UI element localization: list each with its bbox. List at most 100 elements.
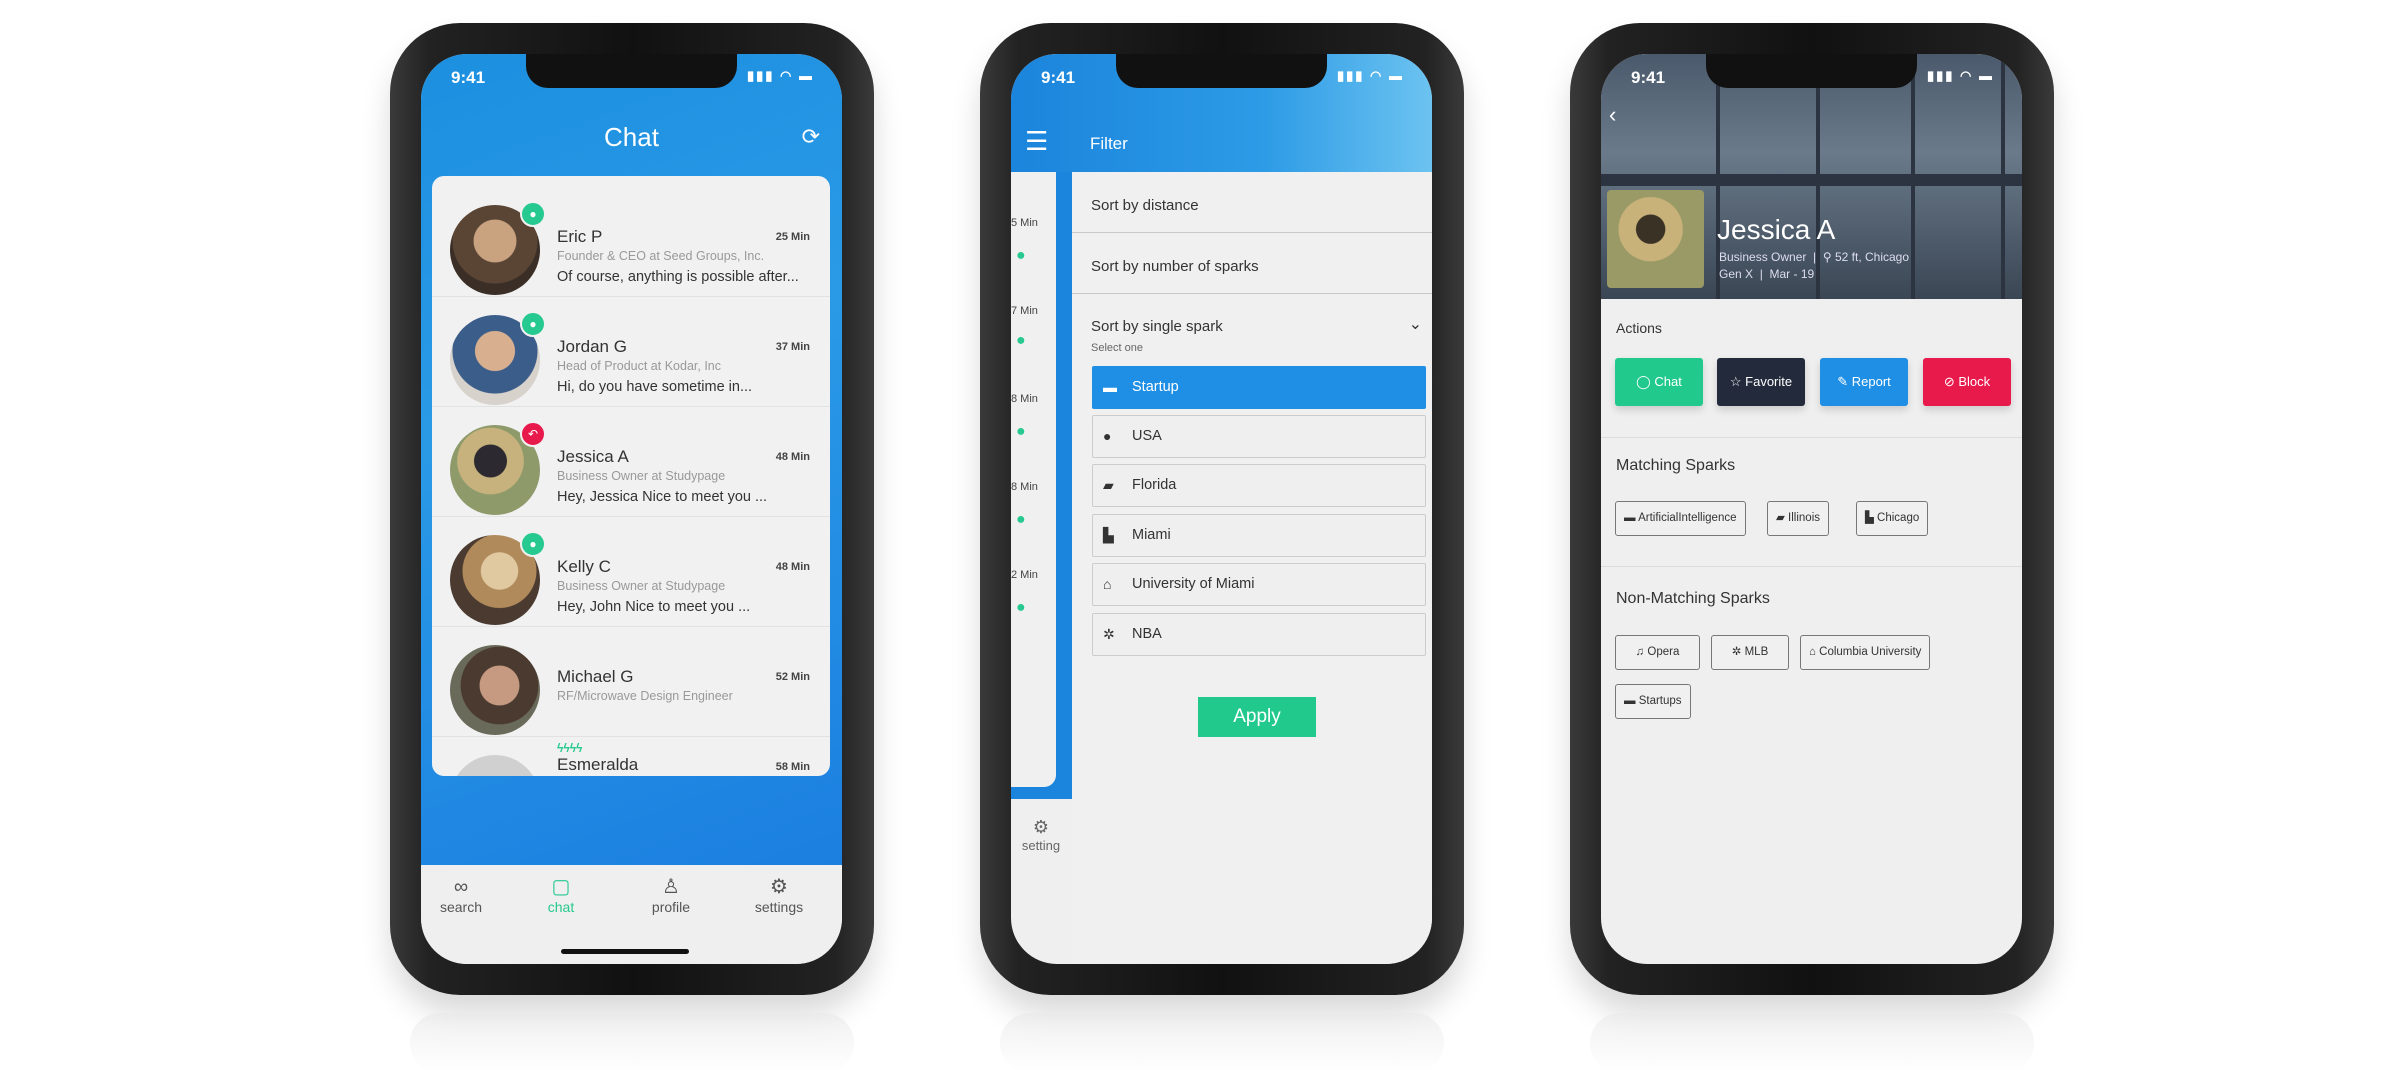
spark-chip[interactable]: ✲ MLB: [1711, 635, 1789, 670]
filter-panel: Sort by distance Sort by number of spark…: [1072, 172, 1432, 964]
option-label: Florida: [1132, 477, 1177, 493]
signal-wifi-battery-icon: ▮▮▮ ◠ ▬: [1926, 68, 1994, 83]
binoculars-icon: ∞: [453, 876, 469, 898]
message-time: 48 Min: [775, 451, 810, 463]
university-icon: ⌂: [1103, 576, 1112, 592]
reply-badge-icon: ↶: [520, 421, 546, 447]
peek-time: 5 Min: [1011, 217, 1038, 229]
option-label: NBA: [1132, 626, 1162, 642]
conversation-row[interactable]: ● Eric P Founder & CEO at Seed Groups, I…: [432, 187, 830, 297]
tab-label: search: [439, 899, 483, 915]
profile-screen: 9:41 ▮▮▮ ◠ ▬ ‹ Jessica A Business Owner |…: [1601, 54, 2022, 964]
phone-chat: 9:41 ▮▮▮ ◠ ▬ Chat ⟳ ● Eric P Founder & CE…: [390, 23, 874, 1073]
spark-option-miami[interactable]: ▙ Miami: [1092, 514, 1426, 557]
tab-setting[interactable]: ⚙ setting: [1011, 817, 1071, 853]
chip-label: Opera: [1647, 646, 1680, 658]
tab-label: setting: [1021, 838, 1061, 853]
briefcase-icon: ▬: [1624, 512, 1639, 524]
spark-chip[interactable]: ♫ Opera: [1615, 635, 1700, 670]
home-indicator: [561, 949, 689, 954]
signal-wifi-battery-icon: ▮▮▮ ◠ ▬: [1336, 68, 1404, 83]
spark-chip[interactable]: ▬ Startups: [1615, 684, 1691, 719]
tab-settings[interactable]: ⚙ settings: [739, 875, 819, 915]
profile-meta: Gen X | Mar - 19: [1719, 267, 1815, 281]
spark-chip[interactable]: ▰ Illinois: [1767, 501, 1830, 536]
spark-chip[interactable]: ▙ Chicago: [1856, 501, 1929, 536]
tab-chat[interactable]: ▢ chat: [521, 875, 601, 915]
spark-option-usa[interactable]: ● USA: [1092, 415, 1426, 458]
spark-option-university-of-miami[interactable]: ⌂ University of Miami: [1092, 563, 1426, 606]
briefcase-icon: ▬: [1624, 695, 1639, 707]
option-label: Sort by distance: [1091, 197, 1199, 214]
message-time: 48 Min: [775, 561, 810, 573]
sort-by-single-spark[interactable]: Sort by single spark: [1091, 318, 1223, 335]
university-icon: ⌂: [1809, 646, 1820, 658]
notch: [1116, 54, 1327, 88]
message-badge-icon: ●: [520, 531, 546, 557]
filter-icon[interactable]: ☰: [1025, 128, 1048, 154]
conversation-row[interactable]: ● Jordan G Head of Product at Kodar, Inc…: [432, 297, 830, 407]
chip-label: MLB: [1744, 646, 1769, 658]
last-message: Hi, do you have sometime in...: [557, 379, 753, 395]
spark-option-nba[interactable]: ✲ NBA: [1092, 613, 1426, 656]
tab-profile[interactable]: ♙ profile: [631, 875, 711, 915]
peek-time: 8 Min: [1011, 481, 1038, 493]
favorite-button[interactable]: ☆ Favorite: [1717, 358, 1805, 406]
chat-icon: ●: [1016, 423, 1026, 440]
option-label: USA: [1132, 428, 1162, 444]
divider: [1601, 566, 2022, 567]
contact-name: Kelly C: [557, 557, 611, 576]
us-map-icon: ▰: [1776, 512, 1789, 524]
message-time: 52 Min: [775, 671, 810, 683]
spark-option-startup[interactable]: ▬ Startup: [1092, 366, 1426, 409]
contact-title: Founder & CEO at Seed Groups, Inc.: [557, 249, 765, 263]
report-button[interactable]: ✎ Report: [1820, 358, 1908, 406]
option-label: University of Miami: [1132, 576, 1255, 592]
message-badge-icon: ●: [520, 201, 546, 227]
refresh-icon[interactable]: ⟳: [802, 124, 820, 150]
conversation-row[interactable]: Michael G RF/Microwave Design Engineer 5…: [432, 627, 830, 737]
chat-icon: ●: [1016, 511, 1026, 528]
sort-by-number-of-sparks[interactable]: Sort by number of sparks: [1072, 233, 1432, 294]
apply-button[interactable]: Apply: [1198, 697, 1316, 737]
filter-title: Filter: [1090, 134, 1128, 153]
filter-screen: 9:41 ▮▮▮ ◠ ▬ ☰ Filter 5 Min ● 7 Min ● 8 Min…: [1011, 54, 1432, 964]
gear-icon: ⚙: [1032, 817, 1050, 837]
chip-label: Illinois: [1788, 512, 1821, 524]
sort-by-distance[interactable]: Sort by distance: [1072, 172, 1432, 233]
peek-time: 2 Min: [1011, 569, 1038, 581]
chip-label: Chicago: [1877, 512, 1920, 524]
conversation-row[interactable]: ● Kelly C Business Owner at Studypage He…: [432, 517, 830, 627]
spark-option-florida[interactable]: ▰ Florida: [1092, 464, 1426, 507]
chat-screen: 9:41 ▮▮▮ ◠ ▬ Chat ⟳ ● Eric P Founder & CE…: [421, 54, 842, 964]
city-icon: ▙: [1865, 512, 1878, 524]
notch: [1706, 54, 1917, 88]
basketball-icon: ✲: [1103, 626, 1115, 642]
conversation-row[interactable]: ↶ Jessica A Business Owner at Studypage …: [432, 407, 830, 517]
chat-icon: ▢: [551, 876, 571, 898]
contact-name: Jordan G: [557, 337, 627, 356]
profile-role: Business Owner: [1719, 250, 1807, 264]
conversation-row[interactable]: ϟϟϟϟ Esmeralda 58 Min: [432, 737, 830, 776]
chevron-down-icon[interactable]: ⌄: [1409, 314, 1422, 334]
notch: [526, 54, 737, 88]
contact-title: Business Owner at Studypage: [557, 469, 726, 483]
spark-chip[interactable]: ▬ ArtificialIntelligence: [1615, 501, 1746, 536]
spark-chip[interactable]: ⌂ Columbia University: [1800, 635, 1931, 670]
user-icon: ♙: [662, 876, 680, 898]
contact-name: Eric P: [557, 227, 603, 246]
option-label: Sort by number of sparks: [1091, 258, 1259, 275]
status-time: 9:41: [451, 68, 486, 87]
status-time: 9:41: [1041, 68, 1076, 87]
phone-filter: 9:41 ▮▮▮ ◠ ▬ ☰ Filter 5 Min ● 7 Min ● 8 Min…: [980, 23, 1464, 1073]
last-message: Of course, anything is possible after...: [557, 269, 799, 285]
sparks-icon: ϟϟϟϟ: [557, 741, 583, 755]
back-icon[interactable]: ‹: [1609, 102, 1616, 128]
block-button[interactable]: ⊘ Block: [1923, 358, 2011, 406]
message-time: 25 Min: [775, 231, 810, 243]
avatar: [450, 645, 540, 735]
chat-icon: ●: [1016, 247, 1026, 264]
tab-search[interactable]: ∞ search: [421, 875, 501, 915]
chat-button[interactable]: ◯ Chat: [1615, 358, 1703, 406]
contact-name: Michael G: [557, 667, 634, 686]
